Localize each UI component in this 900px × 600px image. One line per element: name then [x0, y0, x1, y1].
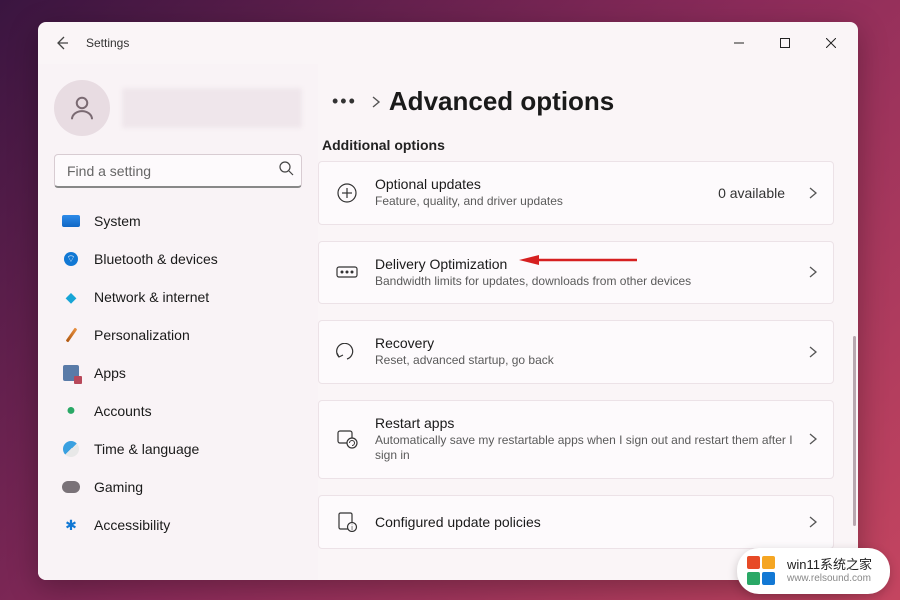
section-label: Additional options [318, 131, 834, 161]
sidebar-item-label: Bluetooth & devices [94, 251, 218, 267]
chevron-right-icon [809, 187, 817, 199]
sidebar-item-time-language[interactable]: Time & language [50, 430, 306, 468]
sidebar-item-label: Personalization [94, 327, 190, 343]
card-title: Optional updates [375, 176, 702, 192]
card-badge: 0 available [718, 185, 785, 201]
scrollbar[interactable] [853, 336, 856, 526]
back-arrow-icon [54, 35, 70, 51]
user-icon [67, 93, 97, 123]
plus-circle-icon [335, 181, 359, 205]
card-subtitle: Feature, quality, and driver updates [375, 194, 702, 210]
sidebar-item-label: Accessibility [94, 517, 170, 533]
minimize-button[interactable] [716, 27, 762, 59]
user-row[interactable] [50, 72, 306, 152]
watermark-title: win11系统之家 [787, 558, 872, 573]
watermark-url: www.relsound.com [787, 573, 872, 585]
chevron-right-icon [809, 346, 817, 358]
breadcrumb: ••• Advanced options [318, 76, 834, 131]
card-recovery[interactable]: Recovery Reset, advanced startup, go bac… [318, 320, 834, 384]
card-optional-updates[interactable]: Optional updates Feature, quality, and d… [318, 161, 834, 225]
user-info-redacted [122, 88, 302, 128]
settings-window: Settings System ⌔Bluetooth & d [38, 22, 858, 580]
card-title: Delivery Optimization [375, 256, 793, 272]
search-icon [278, 160, 294, 176]
sidebar-item-bluetooth[interactable]: ⌔ Bluetooth & devices [50, 240, 306, 278]
close-button[interactable] [808, 27, 854, 59]
chevron-right-icon [809, 433, 817, 445]
card-subtitle: Automatically save my restartable apps w… [375, 433, 793, 464]
card-restart-apps[interactable]: Restart apps Automatically save my resta… [318, 400, 834, 479]
chevron-right-icon [371, 96, 381, 108]
main-content: ••• Advanced options Additional options … [318, 64, 858, 580]
window-title: Settings [86, 36, 129, 50]
sidebar-item-label: Apps [94, 365, 126, 381]
sidebar-item-label: Network & internet [94, 289, 209, 305]
maximize-button[interactable] [762, 27, 808, 59]
network-share-icon [335, 260, 359, 284]
sidebar-item-personalization[interactable]: Personalization [50, 316, 306, 354]
restart-apps-icon [335, 427, 359, 451]
sidebar-item-accounts[interactable]: ● Accounts [50, 392, 306, 430]
sidebar-item-label: Accounts [94, 403, 152, 419]
watermark-logo-icon [747, 556, 777, 586]
sidebar: System ⌔ Bluetooth & devices ◆ Network & i… [38, 64, 318, 580]
titlebar: Settings [38, 22, 858, 64]
chevron-right-icon [809, 516, 817, 528]
chevron-right-icon [809, 266, 817, 278]
card-configured-policies[interactable]: i Configured update policies [318, 495, 834, 549]
apps-icon [62, 364, 80, 382]
sidebar-item-network[interactable]: ◆ Network & internet [50, 278, 306, 316]
recovery-icon [335, 340, 359, 364]
card-subtitle: Reset, advanced startup, go back [375, 353, 793, 369]
policy-icon: i [335, 510, 359, 534]
card-subtitle: Bandwidth limits for updates, downloads … [375, 274, 793, 290]
card-title: Restart apps [375, 415, 793, 431]
window-controls [716, 27, 854, 59]
search-input[interactable] [54, 154, 302, 188]
accounts-icon: ● [62, 402, 80, 420]
wifi-icon: ◆ [62, 288, 80, 306]
sidebar-item-label: Gaming [94, 479, 143, 495]
maximize-icon [780, 38, 790, 48]
breadcrumb-overflow[interactable]: ••• [326, 87, 363, 116]
minimize-icon [734, 38, 744, 48]
sidebar-item-label: Time & language [94, 441, 199, 457]
search-button[interactable] [278, 160, 294, 181]
nav: System ⌔ Bluetooth & devices ◆ Network & i… [50, 202, 306, 580]
sidebar-item-accessibility[interactable]: ✱ Accessibility [50, 506, 306, 544]
accessibility-icon: ✱ [62, 516, 80, 534]
system-icon [62, 212, 80, 230]
card-title: Configured update policies [375, 514, 793, 530]
sidebar-item-label: System [94, 213, 141, 229]
sidebar-item-system[interactable]: System [50, 202, 306, 240]
globe-icon [62, 440, 80, 458]
card-delivery-optimization[interactable]: Delivery Optimization Bandwidth limits f… [318, 241, 834, 305]
sidebar-item-gaming[interactable]: Gaming [50, 468, 306, 506]
body: System ⌔ Bluetooth & devices ◆ Network & i… [38, 64, 858, 580]
gamepad-icon [62, 478, 80, 496]
bluetooth-icon: ⌔ [62, 250, 80, 268]
avatar [54, 80, 110, 136]
sidebar-item-apps[interactable]: Apps [50, 354, 306, 392]
brush-icon [62, 326, 80, 344]
close-icon [826, 38, 836, 48]
card-title: Recovery [375, 335, 793, 351]
search-box [54, 154, 302, 188]
watermark: win11系统之家 www.relsound.com [737, 548, 890, 594]
page-title: Advanced options [389, 86, 614, 117]
back-button[interactable] [42, 23, 82, 63]
